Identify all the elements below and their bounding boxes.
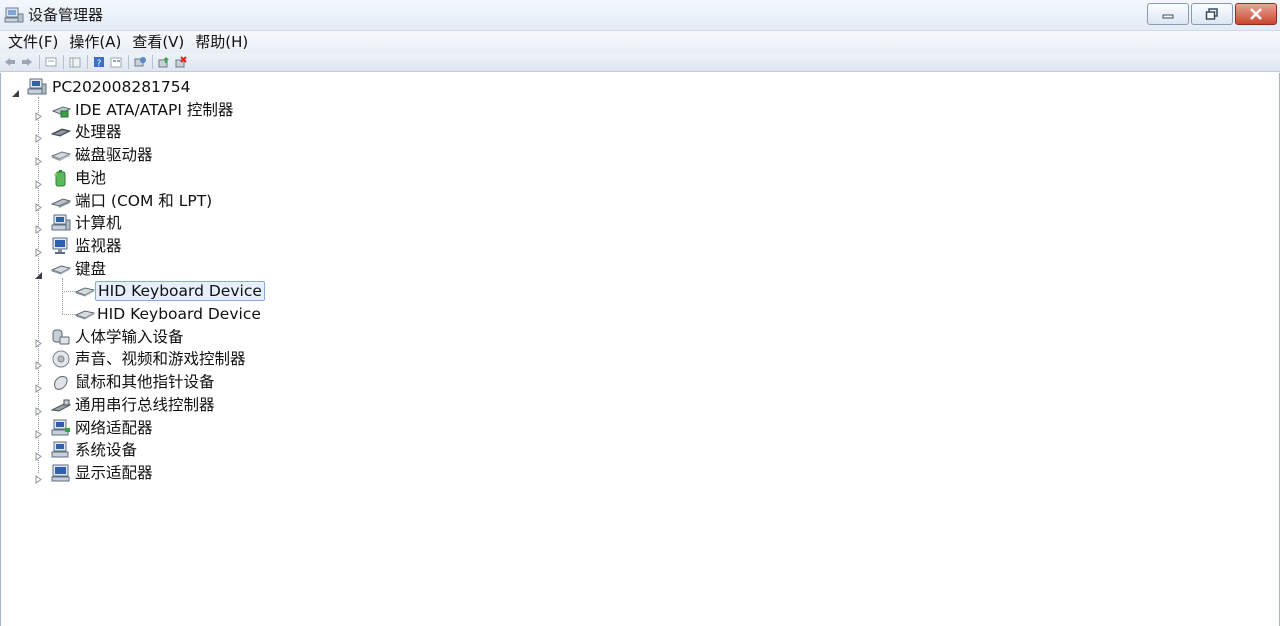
tree-node-label: 电池 (75, 168, 107, 187)
help-icon[interactable]: ? (91, 54, 107, 70)
expand-arrow-icon[interactable] (34, 106, 43, 121)
expand-arrow-icon[interactable] (34, 128, 43, 144)
battery-icon (51, 169, 71, 187)
expand-arrow-icon[interactable] (34, 378, 43, 394)
expand-arrow-icon[interactable] (34, 446, 43, 462)
window-title: 设备管理器 (28, 6, 104, 24)
tree-category-node[interactable]: 键盘 (1, 258, 1279, 280)
network-adapter-icon (51, 419, 71, 437)
tree-category-node[interactable]: 人体学输入设备 (1, 326, 1279, 348)
ide-controller-icon (51, 101, 72, 119)
tree-category-node[interactable]: 网络适配器 (1, 417, 1279, 439)
expand-arrow-icon[interactable] (34, 219, 43, 235)
keyboard-icon (74, 305, 96, 323)
expand-arrow-icon[interactable] (34, 333, 43, 348)
view-icon[interactable] (108, 54, 124, 70)
system-device-icon (51, 441, 71, 459)
tree-node-label: PC202008281754 (52, 78, 191, 96)
usb-icon (50, 396, 72, 414)
tree-category-node[interactable]: 计算机 (1, 212, 1279, 235)
tree-node-label: HID Keyboard Device (97, 305, 261, 323)
display-adapter-icon (51, 464, 71, 482)
minimize-button[interactable] (1147, 3, 1189, 25)
toolbar-separator (87, 55, 88, 69)
tree-node-label: 显示适配器 (75, 463, 153, 482)
expand-arrow-icon[interactable] (34, 424, 43, 439)
menu-action[interactable]: 操作(A) (67, 32, 126, 52)
expand-arrow-icon[interactable] (34, 174, 43, 189)
tree-category-node[interactable]: 通用串行总线控制器 (1, 394, 1279, 416)
tree-node-label: HID Keyboard Device (95, 281, 265, 302)
back-icon[interactable] (2, 54, 18, 70)
processor-icon (50, 123, 72, 141)
restore-button[interactable] (1191, 3, 1233, 25)
properties-icon[interactable] (43, 54, 59, 70)
tree-node-label: 人体学输入设备 (75, 327, 184, 346)
toolbar-separator (63, 55, 64, 69)
tree-node-label: 磁盘驱动器 (75, 146, 153, 165)
tree-category-node[interactable]: 鼠标和其他指针设备 (1, 371, 1279, 394)
uninstall-icon[interactable] (173, 54, 189, 70)
expand-arrow-icon[interactable] (34, 355, 43, 371)
menu-file[interactable]: 文件(F) (6, 32, 63, 52)
expand-arrow-icon[interactable] (34, 151, 43, 167)
tree-node-label: 鼠标和其他指针设备 (75, 373, 215, 392)
expand-arrow-icon[interactable] (34, 197, 43, 212)
show-hide-tree-icon[interactable] (67, 54, 83, 70)
tree-category-node[interactable]: 磁盘驱动器 (1, 144, 1279, 167)
tree-node-label: 处理器 (75, 123, 122, 142)
computer-icon (27, 78, 47, 96)
monitor-icon (51, 237, 71, 255)
tree-category-node[interactable]: 电池 (1, 167, 1279, 189)
menu-view[interactable]: 查看(V) (130, 32, 189, 52)
menu-help[interactable]: 帮助(H) (193, 32, 253, 52)
forward-icon[interactable] (19, 54, 35, 70)
device-manager-icon (4, 5, 24, 25)
disk-drive-icon (50, 146, 72, 164)
tree-node-label: 监视器 (75, 236, 122, 255)
collapse-arrow-icon[interactable] (34, 265, 43, 279)
toolbar-separator (152, 55, 153, 69)
menu-bar: 文件(F) 操作(A) 查看(V) 帮助(H) (0, 31, 1280, 53)
tree-node-label: 端口 (COM 和 LPT) (75, 191, 213, 210)
tree-category-node[interactable]: 声音、视频和游戏控制器 (1, 348, 1279, 371)
expand-arrow-icon[interactable] (34, 242, 43, 257)
close-button[interactable] (1235, 3, 1277, 25)
tree-category-node[interactable]: 系统设备 (1, 439, 1279, 462)
tree-category-node[interactable]: 监视器 (1, 235, 1279, 257)
scan-hardware-icon[interactable] (132, 54, 148, 70)
hid-icon (51, 328, 71, 346)
expand-arrow-icon[interactable] (34, 401, 43, 416)
tree-node-label: 网络适配器 (75, 418, 153, 437)
sound-icon (51, 350, 71, 368)
tree-node-label: 计算机 (75, 214, 122, 233)
keyboard-icon (74, 282, 96, 300)
tree-node-label: 声音、视频和游戏控制器 (75, 350, 246, 369)
keyboard-icon (50, 260, 72, 278)
mouse-icon (51, 373, 71, 391)
tree-device-node[interactable]: HID Keyboard Device (1, 303, 1279, 325)
expand-arrow-icon[interactable] (34, 469, 43, 484)
tree-root-node[interactable]: PC202008281754 (1, 76, 1279, 98)
title-bar: 设备管理器 (0, 0, 1280, 31)
computer-icon (51, 214, 71, 232)
toolbar: ? (0, 53, 1280, 72)
tree-node-label: IDE ATA/ATAPI 控制器 (75, 100, 234, 119)
svg-text:?: ? (97, 59, 102, 68)
tree-node-label: 通用串行总线控制器 (75, 395, 215, 414)
toolbar-separator (128, 55, 129, 69)
device-tree: PC202008281754 IDE ATA/ATAPI 控制器 处理器磁盘驱动器电… (0, 73, 1280, 626)
tree-category-node[interactable]: 端口 (COM 和 LPT) (1, 190, 1279, 212)
tree-category-node[interactable]: IDE ATA/ATAPI 控制器 (1, 99, 1279, 121)
tree-node-label: 系统设备 (75, 441, 138, 460)
tree-node-label: 键盘 (75, 259, 107, 278)
tree-device-node[interactable]: HID Keyboard Device (1, 280, 1279, 302)
tree-category-node[interactable]: 处理器 (1, 121, 1279, 144)
collapse-arrow-icon[interactable] (11, 83, 20, 97)
tree-category-node[interactable]: 显示适配器 (1, 462, 1279, 484)
port-icon (50, 192, 72, 210)
toolbar-separator (39, 55, 40, 69)
update-driver-icon[interactable] (156, 54, 172, 70)
